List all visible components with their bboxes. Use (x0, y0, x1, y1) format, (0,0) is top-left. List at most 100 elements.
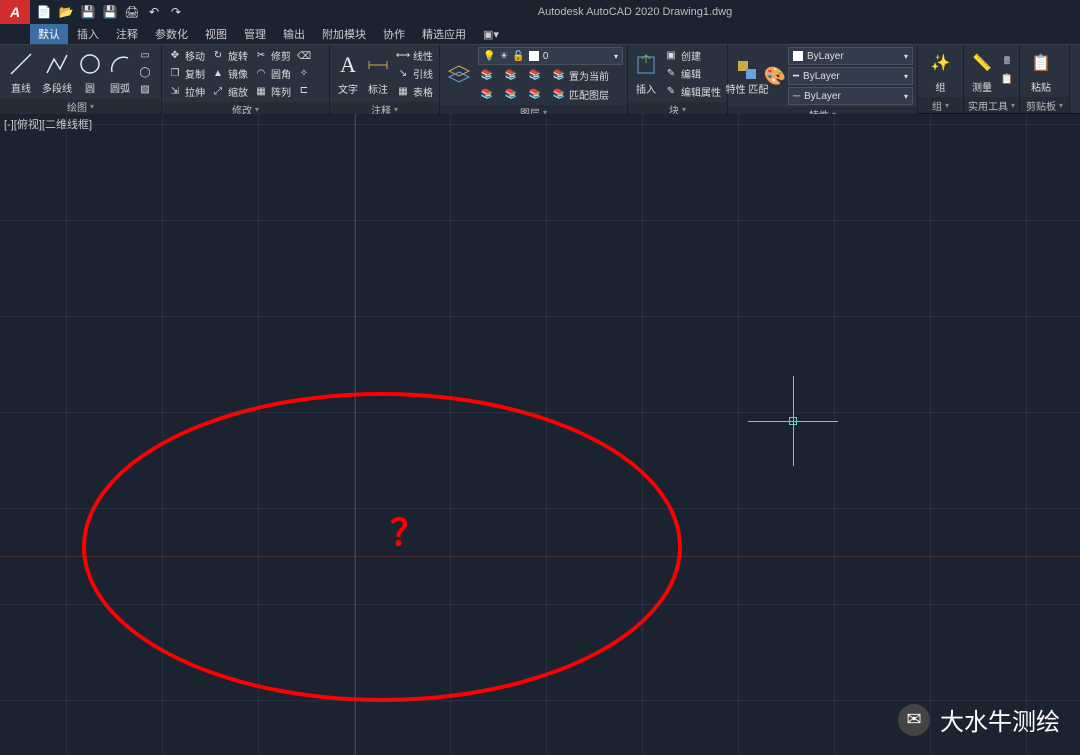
layer-btn-c[interactable]: 📚 (526, 67, 544, 84)
wechat-icon: ✉ (898, 704, 930, 736)
arc-button[interactable]: 圆弧 (106, 50, 134, 95)
tab-express[interactable]: ▣▾ (475, 26, 507, 43)
trim-button[interactable]: ✂修剪 (252, 47, 293, 64)
fillet-button[interactable]: ◠圆角 (252, 65, 293, 82)
tab-view[interactable]: 视图 (197, 24, 235, 44)
rectangle-button[interactable]: ▭ (136, 47, 154, 63)
measure-button[interactable]: 📏 测量 (968, 49, 996, 94)
explode-button[interactable]: ✧ (295, 66, 313, 82)
tab-output[interactable]: 输出 (275, 24, 313, 44)
polyline-button[interactable]: 多段线 (40, 50, 74, 95)
color-dropdown[interactable]: ByLayer▾ (788, 47, 913, 65)
grid-line (354, 114, 355, 755)
edit-attr-icon: ✎ (664, 85, 678, 99)
insert-block-button[interactable]: 插入 (632, 51, 660, 96)
layer-dropdown[interactable]: 💡 ☀ 🔓 0 ▾ (478, 47, 623, 65)
group-button[interactable]: ✨ 组 (927, 49, 955, 94)
print-icon[interactable]: 🖨 (122, 2, 142, 22)
grid-line (546, 114, 547, 755)
line-icon (7, 50, 35, 78)
saveas-icon[interactable]: 💾 (100, 2, 120, 22)
watermark: ✉ 大水牛测绘 (898, 702, 1060, 737)
util-b[interactable]: 📋 (998, 72, 1016, 88)
panel-group: ✨ 组 组 (918, 45, 964, 113)
move-button[interactable]: ✥移动 (166, 47, 207, 64)
lineweight-dropdown[interactable]: ━ByLayer▾ (788, 67, 913, 85)
crosshair-cursor (748, 376, 838, 466)
grid-line (0, 412, 1080, 413)
insert-block-icon (632, 51, 660, 79)
tab-collab[interactable]: 协作 (375, 24, 413, 44)
tab-addons[interactable]: 附加模块 (314, 24, 374, 44)
circle-button[interactable]: 圆 (76, 50, 104, 95)
drawing-canvas[interactable]: [-][俯视][二维线框] ？ ✉ 大水牛测绘 (0, 114, 1080, 755)
rotate-button[interactable]: ↻旋转 (209, 47, 250, 64)
match-layer-button[interactable]: 📚匹配图层 (550, 86, 611, 103)
erase-button[interactable]: ⌫ (295, 49, 313, 65)
window-title: Autodesk AutoCAD 2020 Drawing1.dwg (190, 6, 1080, 18)
panel-clip: 📋 粘贴 剪贴板 (1020, 45, 1070, 113)
tab-parametric[interactable]: 参数化 (147, 24, 196, 44)
copy-button[interactable]: ❐复制 (166, 65, 207, 82)
layers-icon (445, 61, 473, 89)
quick-access-toolbar: 📄 📂 💾 💾 🖨 ↶ ↷ (30, 2, 190, 22)
ellipse-button[interactable]: ◯ (136, 64, 154, 80)
table-button[interactable]: ▦表格 (394, 83, 435, 100)
tab-manage[interactable]: 管理 (236, 24, 274, 44)
array-button[interactable]: ▦阵列 (252, 83, 293, 100)
dim-button[interactable]: 标注 (364, 51, 392, 96)
mirror-icon: ▲ (211, 67, 225, 81)
linear-dim-button[interactable]: ⟷线性 (394, 47, 435, 64)
stretch-button[interactable]: ⇲拉伸 (166, 83, 207, 100)
util-a[interactable]: 🖩 (998, 55, 1016, 71)
tab-annotate[interactable]: 注释 (108, 24, 146, 44)
array-icon: ▦ (254, 85, 268, 99)
create-block-button[interactable]: ▣创建 (662, 47, 723, 64)
text-button[interactable]: A 文字 (334, 51, 362, 96)
new-file-icon[interactable]: 📄 (34, 2, 54, 22)
layer-props-button[interactable] (444, 61, 474, 89)
layer-btn-f[interactable]: 📚 (526, 86, 544, 103)
open-file-icon[interactable]: 📂 (56, 2, 76, 22)
stretch-icon: ⇲ (168, 85, 182, 99)
panel-util-label[interactable]: 实用工具 (964, 97, 1019, 113)
lock-icon: 🔓 (512, 51, 524, 62)
match-props-icon (733, 56, 761, 84)
panel-group-label[interactable]: 组 (918, 97, 963, 113)
color-wheel-icon: 🎨 (761, 62, 789, 90)
grid-line (162, 114, 163, 755)
color-wheel-button[interactable]: 🎨 (764, 62, 786, 90)
panel-draw-label[interactable]: 绘图 (0, 99, 161, 114)
panel-layers: 💡 ☀ 🔓 0 ▾ 📚 📚 📚 📚置为当前 📚 (440, 45, 628, 113)
edit-block-button[interactable]: ✎编辑 (662, 65, 723, 82)
paste-button[interactable]: 📋 粘贴 (1024, 49, 1058, 94)
edit-attr-button[interactable]: ✎编辑属性 (662, 83, 723, 100)
erase-icon: ⌫ (297, 50, 311, 64)
tab-insert[interactable]: 插入 (69, 24, 107, 44)
offset-button[interactable]: ⊏ (295, 83, 313, 99)
layer-btn-a[interactable]: 📚 (478, 67, 496, 84)
explode-icon: ✧ (297, 67, 311, 81)
linetype-dropdown[interactable]: ─ByLayer▾ (788, 87, 913, 105)
layer-btn-d[interactable]: 📚 (478, 86, 496, 103)
rectangle-icon: ▭ (138, 48, 152, 62)
hatch-icon: ▨ (138, 82, 152, 96)
create-block-icon: ▣ (664, 49, 678, 63)
tab-featured[interactable]: 精选应用 (414, 24, 474, 44)
layer-btn-e[interactable]: 📚 (502, 86, 520, 103)
leader-button[interactable]: ↘引线 (394, 65, 435, 82)
layer-name: 0 (543, 51, 549, 62)
panel-clip-label[interactable]: 剪贴板 (1020, 97, 1069, 113)
app-logo[interactable]: A (0, 0, 30, 24)
layer-btn-b[interactable]: 📚 (502, 67, 520, 84)
scale-button[interactable]: ⤢缩放 (209, 83, 250, 100)
line-button[interactable]: 直线 (4, 50, 38, 95)
save-icon[interactable]: 💾 (78, 2, 98, 22)
tab-default[interactable]: 默认 (30, 24, 68, 44)
match-props-button[interactable]: 特性 匹配 (732, 56, 762, 96)
hatch-button[interactable]: ▨ (136, 81, 154, 97)
set-current-button[interactable]: 📚置为当前 (550, 67, 611, 84)
redo-icon[interactable]: ↷ (166, 2, 186, 22)
undo-icon[interactable]: ↶ (144, 2, 164, 22)
mirror-button[interactable]: ▲镜像 (209, 65, 250, 82)
